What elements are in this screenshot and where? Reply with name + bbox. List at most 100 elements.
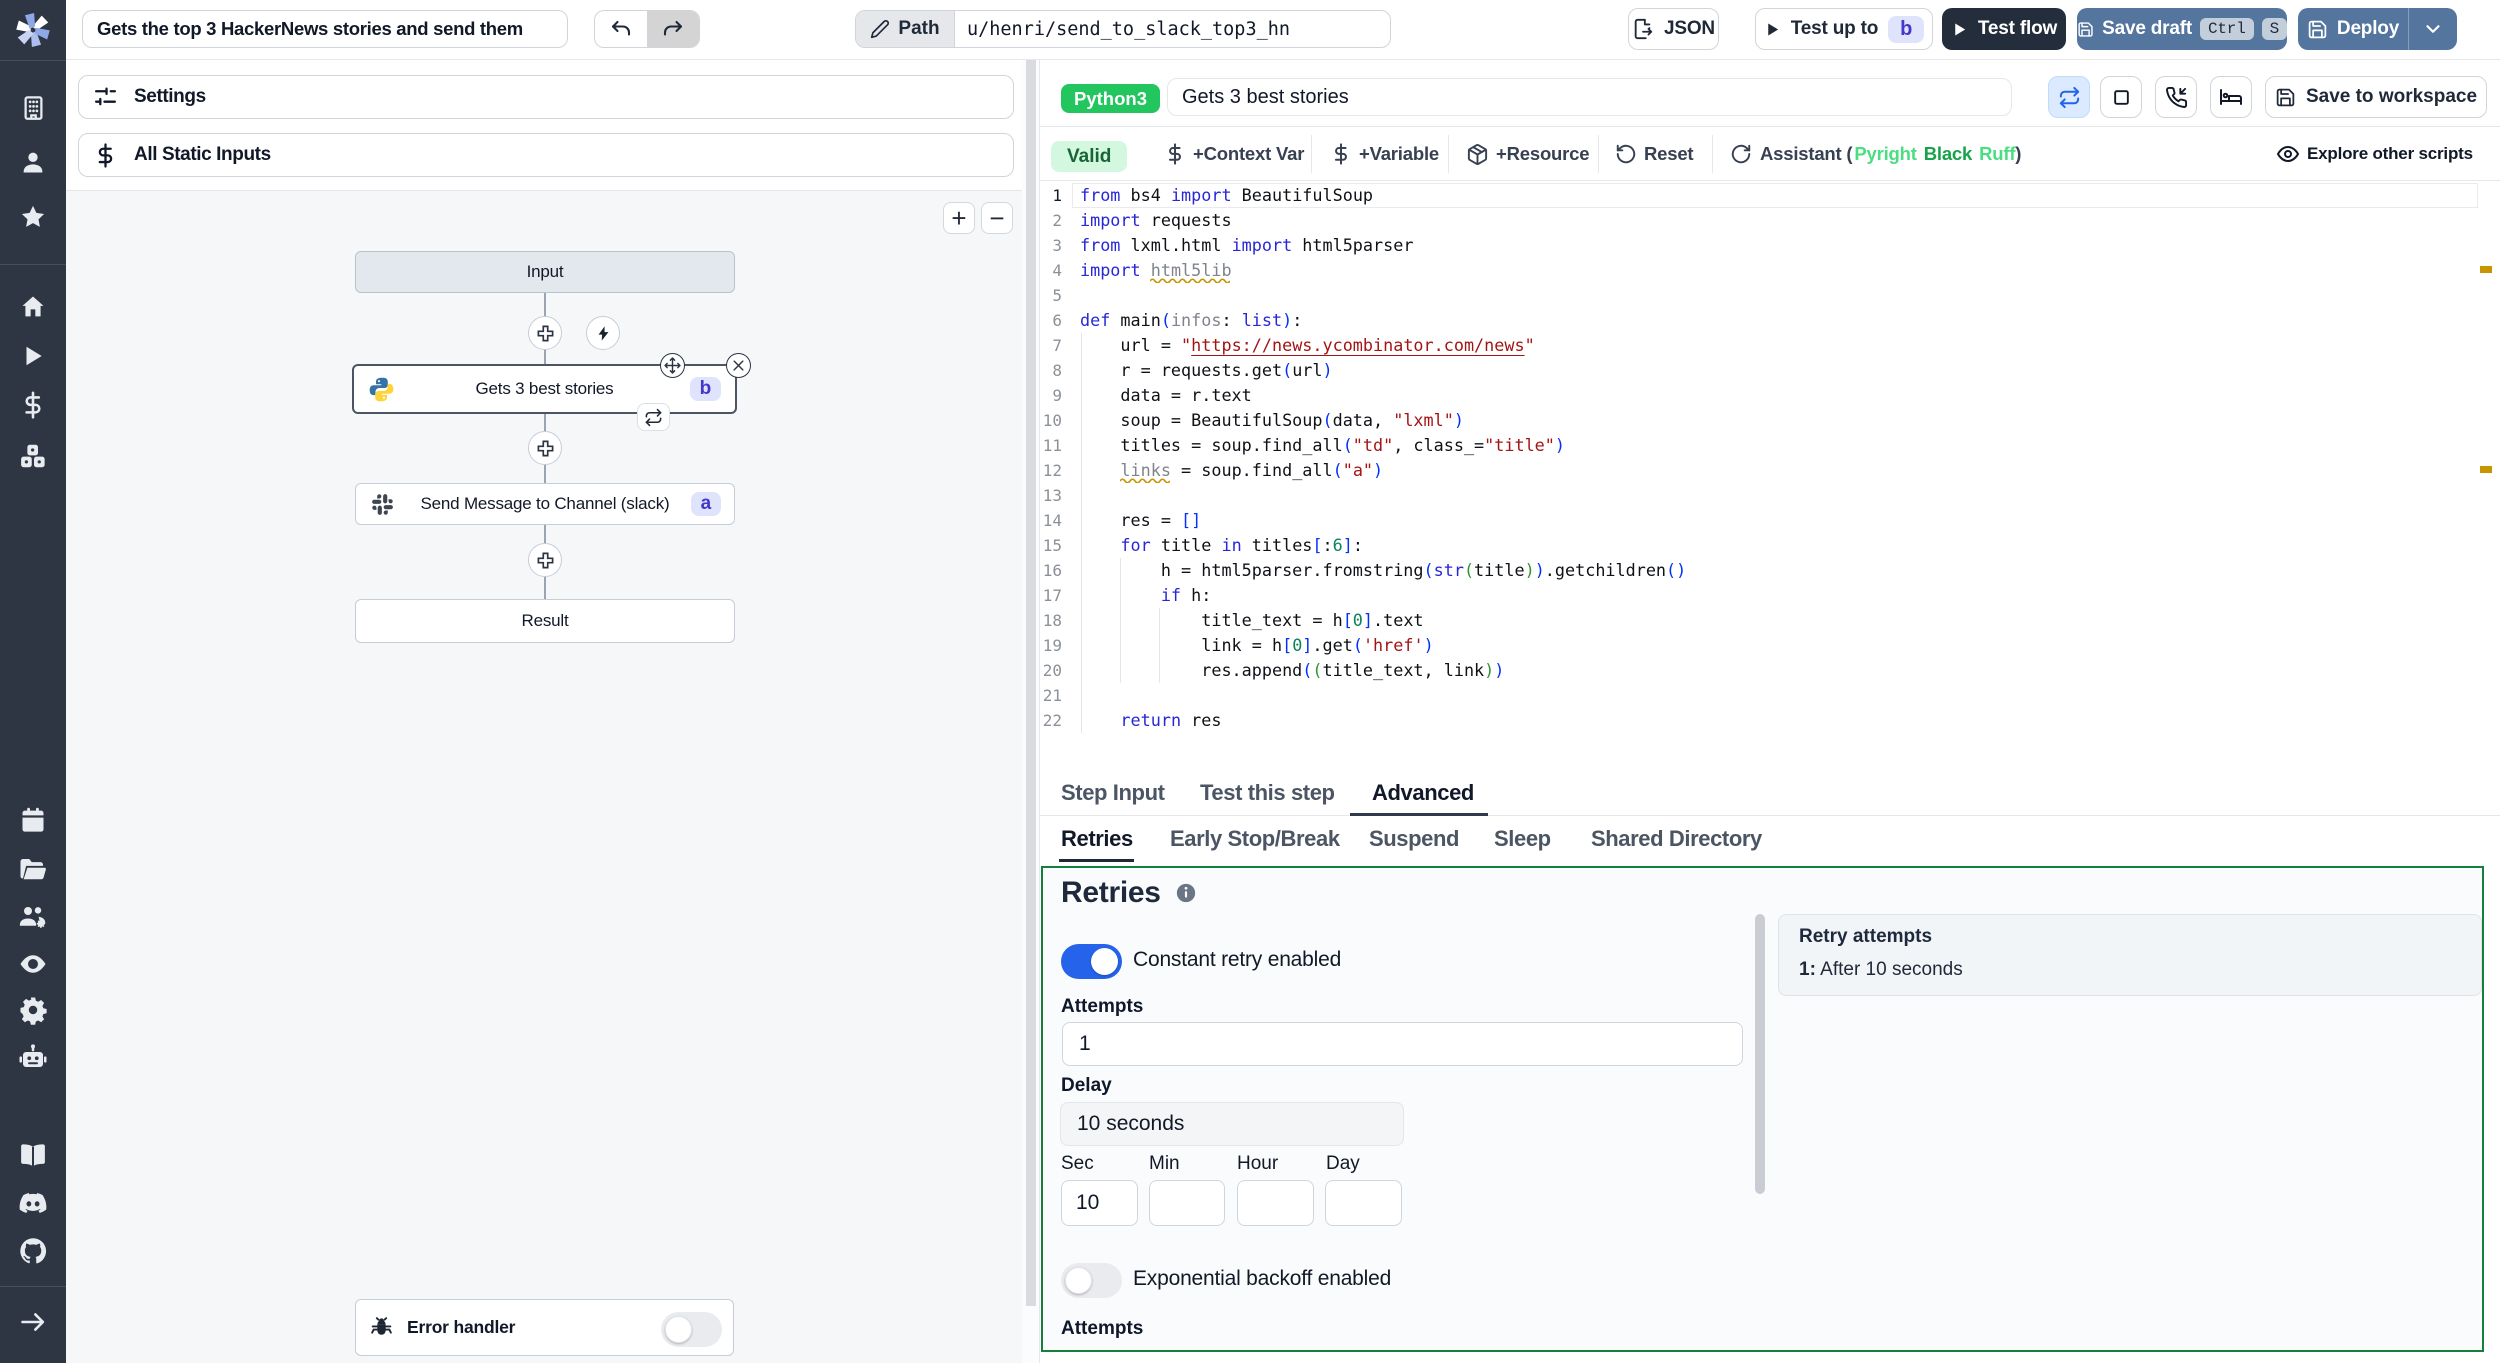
deploy-dropdown-button[interactable]	[2409, 18, 2457, 40]
warning-squiggle	[1120, 478, 1170, 483]
day-input[interactable]	[1325, 1180, 1402, 1226]
deploy-button[interactable]: Deploy	[2298, 18, 2408, 40]
sidebar-item-settings-gear-icon[interactable]	[0, 995, 66, 1025]
flow-name-input[interactable]	[82, 10, 568, 48]
sidebar-expand-arrow-icon[interactable]	[0, 1308, 66, 1336]
step-editor-header: Python3 Save to workspace	[1040, 60, 2500, 127]
sidebar-item-audit-eye-icon[interactable]	[0, 949, 66, 979]
insert-step-button[interactable]	[528, 543, 562, 577]
flow-error-handler[interactable]: Error handler	[355, 1299, 734, 1356]
subtab-sleep[interactable]: Sleep	[1494, 816, 1551, 861]
retries-section: Retries Constant retry enabled Attempts …	[1041, 866, 2484, 1352]
sidebar-item-user-icon[interactable]	[0, 148, 66, 176]
retries-scrollbar-thumb[interactable]	[1755, 914, 1765, 1194]
code-line: link = h[0].get('href')	[1080, 635, 1434, 655]
sleep-button[interactable]	[2210, 76, 2252, 118]
test-up-to-button[interactable]: Test up to b	[1755, 8, 1933, 50]
sidebar-item-resources-cubes-icon[interactable]	[0, 441, 66, 471]
retries-indicator-button[interactable]	[2048, 76, 2090, 118]
tab-test-this-step[interactable]: Test this step	[1200, 770, 1335, 815]
sidebar-item-github-icon[interactable]	[0, 1236, 66, 1266]
line-number: 8	[1052, 361, 1062, 380]
save-icon	[2308, 20, 2327, 38]
sec-input[interactable]	[1061, 1180, 1138, 1226]
node-retry-indicator[interactable]	[637, 403, 670, 431]
sidebar-item-ai-robot-icon[interactable]	[0, 1042, 66, 1072]
code-line: soup = BeautifulSoup(data, "lxml")	[1080, 410, 1464, 430]
sidebar-item-variables-dollar-icon[interactable]	[0, 391, 66, 419]
file-export-icon	[1634, 18, 1653, 40]
tab-advanced[interactable]: Advanced	[1372, 770, 1474, 815]
sidebar-item-home-icon[interactable]	[0, 293, 66, 321]
save-icon	[2078, 21, 2093, 37]
error-handler-toggle[interactable]	[661, 1312, 722, 1347]
sidebar-item-discord-icon[interactable]	[0, 1188, 66, 1218]
insert-step-button[interactable]	[528, 316, 562, 350]
windmill-logo-icon[interactable]	[0, 10, 66, 50]
early-stop-button[interactable]	[2100, 76, 2142, 118]
undo-button[interactable]	[595, 11, 647, 47]
flow-node-step-a[interactable]: Send Message to Channel (slack) a	[355, 483, 735, 525]
reset-button[interactable]: Reset	[1615, 127, 1694, 181]
sidebar-divider	[0, 60, 66, 61]
flow-node-result[interactable]: Result	[355, 599, 735, 643]
flow-settings-button[interactable]: Settings	[78, 75, 1014, 119]
advanced-subtabs: Retries Early Stop/Break Suspend Sleep S…	[1040, 816, 2500, 862]
path-value-input[interactable]: u/henri/send_to_slack_top3_hn	[955, 11, 1390, 47]
sidebar-item-folders-icon[interactable]	[0, 854, 66, 884]
subtab-early-stop[interactable]: Early Stop/Break	[1170, 816, 1340, 861]
code-line: titles = soup.find_all("td", class_="tit…	[1080, 435, 1565, 455]
json-button[interactable]: JSON	[1628, 8, 1719, 50]
insert-step-button[interactable]	[528, 431, 562, 465]
sidebar-item-favorites-star-icon[interactable]	[0, 203, 66, 231]
code-line: res = []	[1080, 510, 1202, 530]
line-number: 15	[1042, 536, 1062, 555]
save-to-workspace-button[interactable]: Save to workspace	[2265, 76, 2487, 118]
move-node-handle[interactable]	[660, 353, 685, 378]
line-number: 2	[1052, 211, 1062, 230]
step-name-input[interactable]	[1167, 78, 2012, 116]
indent-guide	[1120, 558, 1121, 683]
hour-input[interactable]	[1237, 1180, 1314, 1226]
zoom-in-button[interactable]: +	[943, 202, 975, 234]
insert-trigger-button[interactable]	[586, 316, 620, 350]
info-icon[interactable]	[1175, 882, 1197, 904]
splitter-scrollbar-thumb[interactable]	[1026, 60, 1036, 1306]
subtab-shared-directory[interactable]: Shared Directory	[1591, 816, 1762, 861]
indent-guide	[1081, 333, 1082, 733]
add-variable-button[interactable]: +Variable	[1330, 127, 1439, 181]
assistant-button[interactable]: Assistant ( Pyright Black Ruff )	[1730, 127, 2021, 181]
redo-button[interactable]	[646, 11, 699, 47]
min-input[interactable]	[1149, 1180, 1225, 1226]
subtab-retries[interactable]: Retries	[1061, 816, 1133, 861]
save-draft-button[interactable]: Save draft Ctrl S	[2077, 8, 2287, 50]
delete-node-button[interactable]	[726, 353, 751, 378]
language-badge: Python3	[1061, 84, 1160, 113]
save-icon	[2276, 88, 2295, 106]
sidebar-item-runs-play-icon[interactable]	[0, 343, 66, 369]
exponential-backoff-toggle[interactable]	[1061, 1263, 1122, 1298]
sidebar-item-docs-book-icon[interactable]	[0, 1140, 66, 1170]
code-editor[interactable]: 1 2 3 4 5 6 7 8 9 10 11 12 13 14 15 16 17 18 19 20 21 22 from…	[1040, 181, 2500, 770]
zoom-out-button[interactable]: −	[981, 202, 1013, 234]
add-resource-button[interactable]: +Resource	[1466, 127, 1590, 181]
path-edit-button[interactable]: Path	[856, 11, 955, 47]
constant-retry-toggle[interactable]	[1061, 944, 1122, 979]
flow-static-inputs-button[interactable]: All Static Inputs	[78, 133, 1014, 177]
subtab-suspend[interactable]: Suspend	[1369, 816, 1460, 861]
tab-step-input[interactable]: Step Input	[1061, 770, 1165, 815]
flow-graph-canvas[interactable]: + − Input Gets 3 best stories b Send Mes…	[66, 190, 1022, 1363]
sidebar-item-schedules-calendar-icon[interactable]	[0, 806, 66, 834]
panel-splitter[interactable]	[1022, 60, 1040, 1363]
explore-other-scripts-button[interactable]: Explore other scripts	[2276, 127, 2473, 181]
line-number: 12	[1042, 461, 1062, 480]
sidebar-item-workspace-building-icon[interactable]	[0, 94, 66, 121]
attempts-input[interactable]	[1062, 1022, 1743, 1066]
test-flow-button[interactable]: Test flow	[1942, 8, 2066, 50]
add-context-var-button[interactable]: +Context Var	[1164, 127, 1304, 181]
sidebar-item-groups-users-icon[interactable]	[0, 901, 66, 931]
flow-node-step-b[interactable]: Gets 3 best stories b	[352, 353, 751, 431]
suspend-button[interactable]	[2155, 76, 2197, 118]
top-bar: Path u/henri/send_to_slack_top3_hn JSON …	[66, 0, 2500, 60]
flow-node-input[interactable]: Input	[355, 251, 735, 293]
